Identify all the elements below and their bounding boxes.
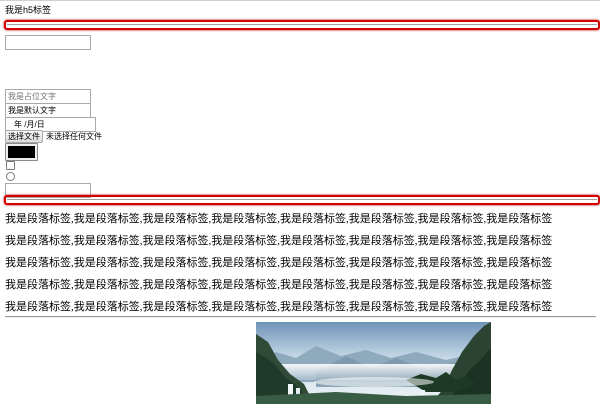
default-value-text: 我是默认文字 [8,106,56,115]
paragraph: 我是段落标签,我是段落标签,我是段落标签,我是段落标签,我是段落标签,我是段落标… [5,279,553,291]
horizontal-rule [7,24,597,25]
h5-heading: 我是h5标签 [5,5,52,15]
paragraph: 我是段落标签,我是段落标签,我是段落标签,我是段落标签,我是段落标签,我是段落标… [5,213,553,225]
paragraph: 我是段落标签,我是段落标签,我是段落标签,我是段落标签,我是段落标签,我是段落标… [5,235,553,247]
radio-button[interactable] [6,172,15,181]
default-value-input[interactable]: 我是默认文字 [5,103,91,118]
horizontal-rule-3 [5,316,596,318]
paragraph-list: 我是段落标签,我是段落标签,我是段落标签,我是段落标签,我是段落标签,我是段落标… [5,208,597,318]
paragraph: 我是段落标签,我是段落标签,我是段落标签,我是段落标签,我是段落标签,我是段落标… [5,301,553,313]
checkbox[interactable] [6,161,15,170]
highlighted-horizontal-rule [4,20,600,30]
placeholder-input[interactable] [5,89,91,104]
date-input-text: 年 /月/日 [14,120,45,129]
landscape-image [256,322,491,404]
page: 我是h5标签 我是默认文字 年 /月/日 选择文件未选择任何文件 我是段落标签,… [0,0,600,404]
color-swatch [8,146,35,158]
choose-file-button[interactable]: 选择文件 [5,130,43,143]
file-status-text: 未选择任何文件 [46,131,102,141]
color-picker[interactable] [5,143,38,161]
horizontal-rule-2 [7,199,597,200]
highlighted-horizontal-rule-2 [4,195,600,205]
text-input[interactable] [5,35,91,50]
paragraph: 我是段落标签,我是段落标签,我是段落标签,我是段落标签,我是段落标签,我是段落标… [5,257,553,269]
top-divider [0,0,600,1]
file-input[interactable]: 选择文件 未选择任何文件 [5,130,102,143]
